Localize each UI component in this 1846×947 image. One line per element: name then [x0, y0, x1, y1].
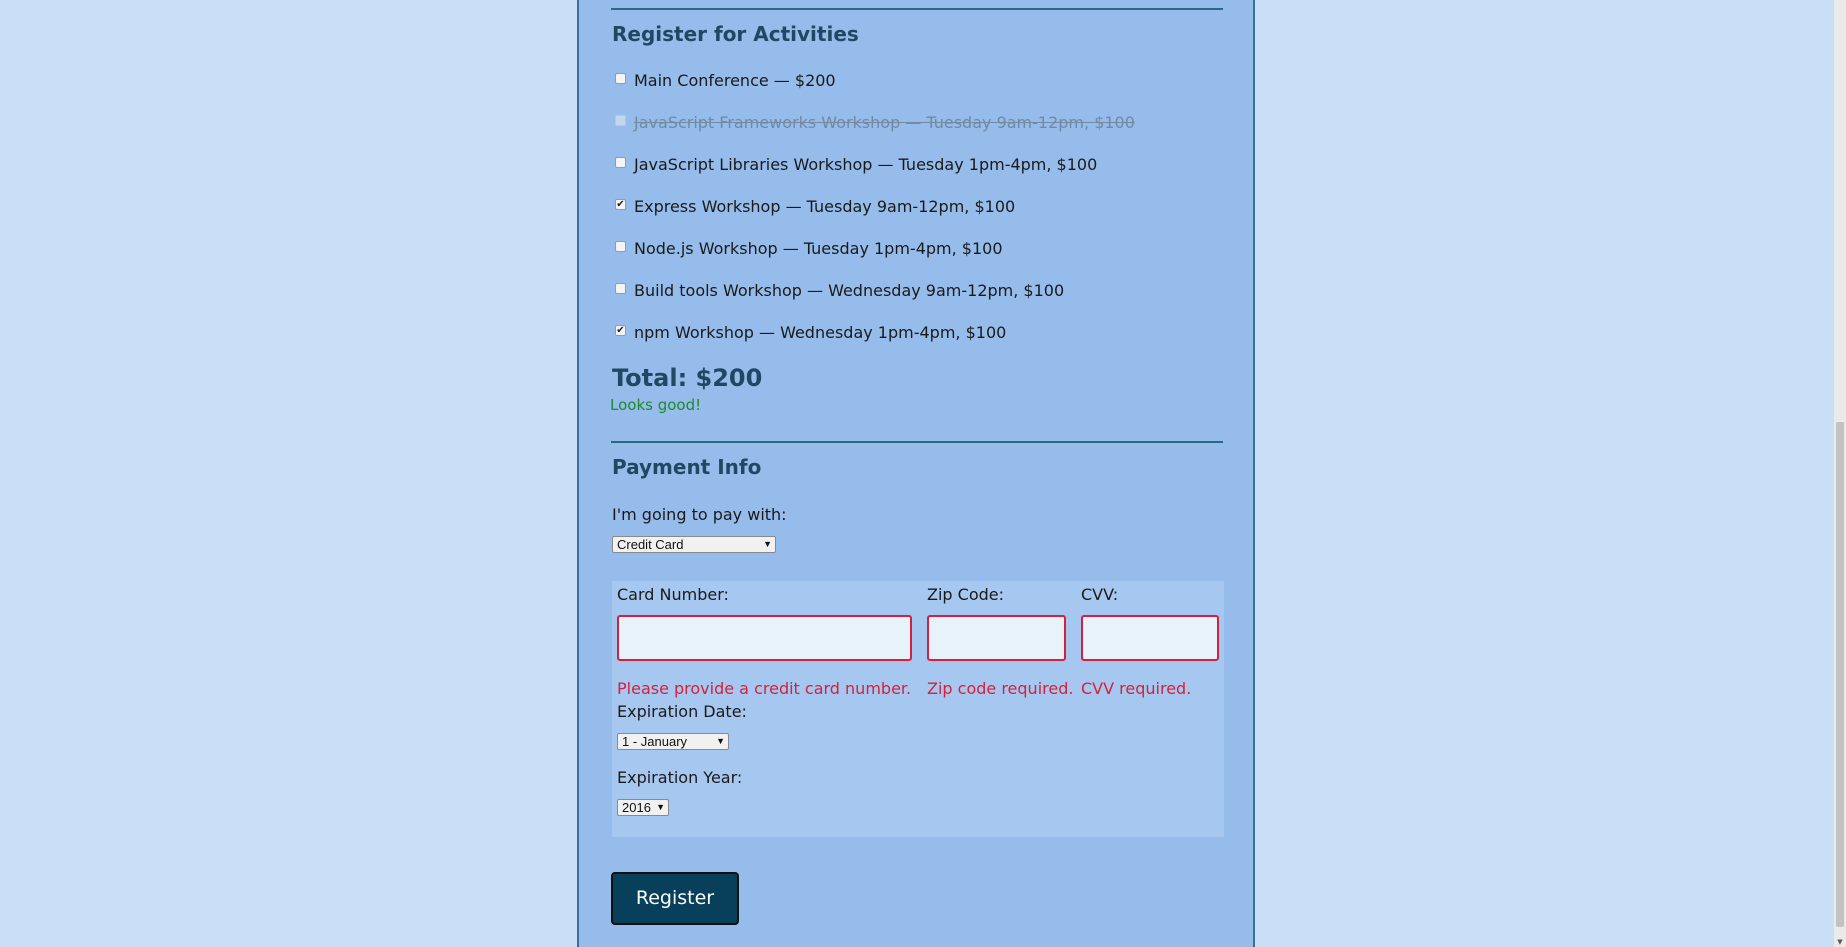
activity-checkbox[interactable]	[615, 240, 626, 252]
section-divider	[611, 8, 1223, 10]
activity-js-frameworks: JavaScript Frameworks Workshop — Tuesday…	[615, 110, 1135, 134]
activities-total: Total: $200	[612, 364, 763, 392]
activities-valid-message: Looks good!	[610, 396, 702, 414]
dropdown-arrow-icon: ▼	[763, 539, 772, 549]
activity-main-conference[interactable]: Main Conference — $200	[615, 68, 836, 92]
activity-node[interactable]: Node.js Workshop — Tuesday 1pm-4pm, $100	[615, 236, 1003, 260]
activity-checkbox[interactable]	[615, 72, 626, 84]
activity-label: npm Workshop — Wednesday 1pm-4pm, $100	[634, 322, 1007, 342]
payment-method-select[interactable]: Credit Card ▼	[612, 536, 776, 553]
card-number-label: Card Number:	[617, 585, 729, 604]
dropdown-arrow-icon: ▼	[656, 802, 665, 812]
expiration-date-label: Expiration Date:	[617, 702, 747, 721]
scrollbar-thumb[interactable]	[1836, 422, 1844, 927]
zip-code-label: Zip Code:	[927, 585, 1004, 604]
activity-label: Express Workshop — Tuesday 9am-12pm, $10…	[634, 196, 1016, 216]
scroll-down-icon[interactable]: ▼	[1834, 937, 1846, 947]
credit-card-section: Card Number: Zip Code: CVV: Please provi…	[612, 581, 1224, 837]
activity-checkbox[interactable]	[615, 324, 626, 336]
dropdown-arrow-icon: ▼	[716, 736, 725, 746]
payment-title: Payment Info	[612, 455, 762, 479]
activity-build-tools[interactable]: Build tools Workshop — Wednesday 9am-12p…	[615, 278, 1064, 302]
activity-checkbox[interactable]	[615, 282, 626, 294]
activity-js-libraries[interactable]: JavaScript Libraries Workshop — Tuesday …	[615, 152, 1097, 176]
activities-title: Register for Activities	[612, 22, 859, 46]
activity-label: Node.js Workshop — Tuesday 1pm-4pm, $100	[634, 238, 1003, 258]
expiration-year-select[interactable]: 2016 ▼	[617, 799, 669, 816]
registration-form: Register for Activities Main Conference …	[577, 0, 1255, 947]
activity-checkbox[interactable]	[615, 156, 626, 168]
activity-label: JavaScript Frameworks Workshop — Tuesday…	[634, 112, 1135, 132]
activity-label: Build tools Workshop — Wednesday 9am-12p…	[634, 280, 1065, 300]
register-button[interactable]: Register	[611, 872, 739, 925]
zip-code-error: Zip code required.	[927, 679, 1074, 698]
activity-label: JavaScript Libraries Workshop — Tuesday …	[634, 154, 1098, 174]
expiration-month-select[interactable]: 1 - January ▼	[617, 733, 729, 750]
page-scrollbar[interactable]: ▼	[1834, 0, 1846, 947]
activity-npm[interactable]: npm Workshop — Wednesday 1pm-4pm, $100	[615, 320, 1006, 344]
zip-code-input[interactable]	[927, 615, 1066, 661]
cvv-error: CVV required.	[1081, 679, 1192, 698]
expiration-year-label: Expiration Year:	[617, 768, 743, 787]
activity-express[interactable]: Express Workshop — Tuesday 9am-12pm, $10…	[615, 194, 1015, 218]
card-number-input[interactable]	[617, 615, 912, 661]
expiration-year-value: 2016	[622, 800, 651, 815]
activity-checkbox	[615, 114, 626, 126]
section-divider	[611, 441, 1223, 443]
card-number-error: Please provide a credit card number.	[617, 679, 912, 698]
cvv-label: CVV:	[1081, 585, 1119, 604]
activity-label: Main Conference — $200	[634, 70, 836, 90]
activity-checkbox[interactable]	[615, 198, 626, 210]
cvv-input[interactable]	[1081, 615, 1219, 661]
payment-method-value: Credit Card	[617, 537, 684, 552]
expiration-month-value: 1 - January	[622, 734, 688, 749]
pay-with-label: I'm going to pay with:	[612, 505, 787, 524]
